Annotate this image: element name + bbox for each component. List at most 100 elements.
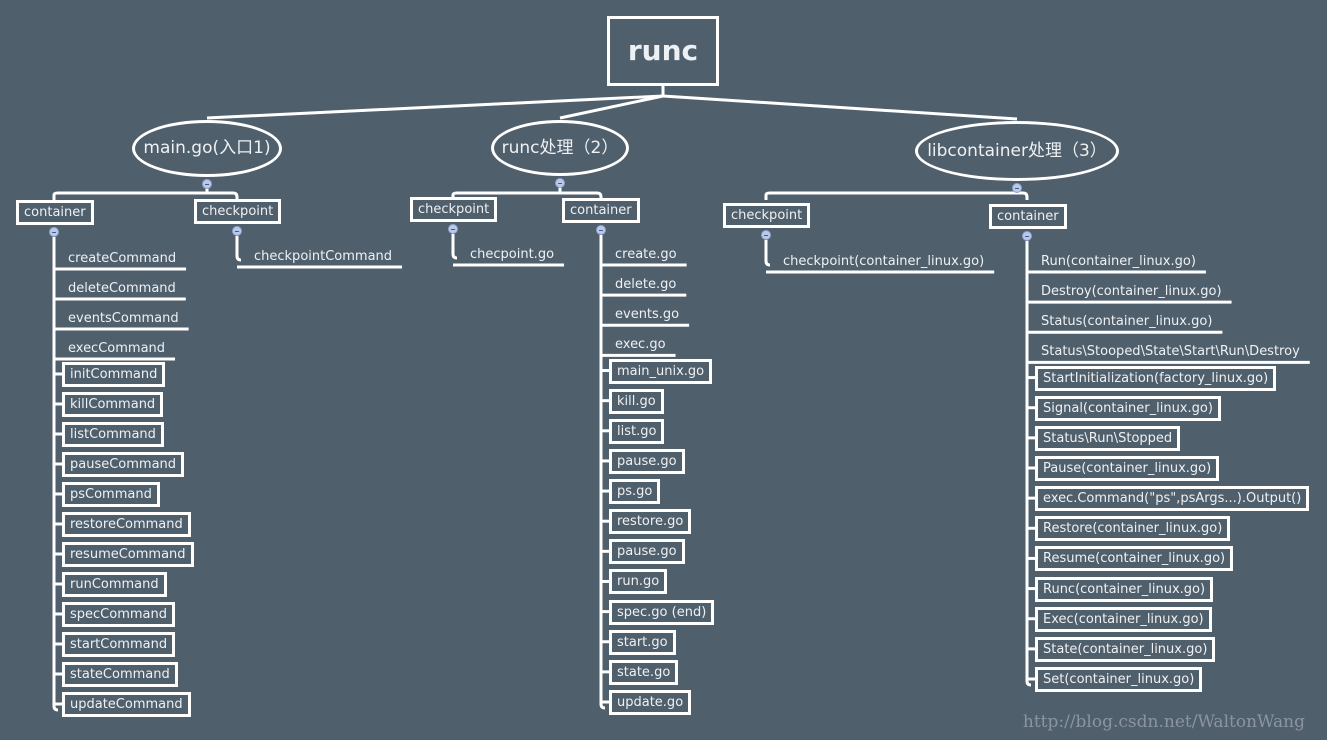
branch-main-go[interactable]: main.go(入口1) [132, 120, 282, 177]
tree-item[interactable]: Signal(container_linux.go) [1035, 395, 1221, 421]
tree-item[interactable]: list.go [609, 418, 665, 444]
tree-item[interactable]: events.go [613, 308, 681, 321]
tree-item[interactable]: exec.Command("ps",psArgs...).Output() [1035, 486, 1310, 512]
tree-item[interactable]: resumeCommand [62, 542, 194, 567]
collapse-toggle-icon[interactable] [202, 179, 212, 189]
tree-item[interactable]: checkpoint(container_linux.go) [781, 255, 986, 268]
tree-item[interactable]: stateCommand [62, 662, 178, 687]
group-container[interactable]: container [562, 198, 640, 223]
tree-item-label: delete.go [615, 277, 677, 293]
tree-item-label: Signal(container_linux.go) [1043, 400, 1213, 416]
tree-item[interactable]: kill.go [609, 388, 664, 414]
tree-item-label: startCommand [70, 637, 168, 652]
tree-item-label: exec.go [615, 337, 666, 353]
group-checkpoint[interactable]: checkpoint [410, 197, 498, 222]
tree-item[interactable]: pause.go [609, 448, 685, 474]
tree-item-label: deleteCommand [68, 281, 176, 296]
branch-libcontainer-processing[interactable]: libcontainer处理（3） [915, 121, 1119, 181]
group-container[interactable]: container [16, 200, 94, 225]
tree-item[interactable]: eventsCommand [66, 312, 181, 325]
collapse-toggle-icon[interactable] [448, 224, 458, 234]
tree-item[interactable]: Status\Stooped\State\Start\Run\Destroy [1039, 345, 1302, 358]
tree-item-label: create.go [615, 247, 677, 262]
tree-item[interactable]: createCommand [66, 252, 178, 265]
tree-item-label: State(container_linux.go) [1043, 641, 1208, 657]
tree-item-label: main_unix.go [617, 363, 705, 379]
collapse-toggle-icon[interactable] [49, 227, 59, 237]
tree-item[interactable]: Runc(container_linux.go) [1035, 576, 1214, 602]
group-checkpoint[interactable]: checkpoint [723, 203, 811, 228]
collapse-toggle-icon[interactable] [232, 226, 242, 236]
group-checkpoint[interactable]: checkpoint [194, 199, 282, 224]
collapse-toggle-icon[interactable] [1012, 183, 1022, 193]
root-to-branch-0 [206, 94, 664, 120]
collapse-toggle-icon[interactable] [555, 178, 565, 188]
tree-item[interactable]: startCommand [62, 632, 176, 657]
tree-item-label: specCommand [70, 607, 167, 622]
tree-item[interactable]: Status\Run\Stopped [1035, 425, 1181, 451]
tree-item[interactable]: Resume(container_linux.go) [1035, 546, 1234, 572]
collapse-toggle-icon[interactable] [761, 230, 771, 240]
tree-item-label: killCommand [70, 397, 156, 412]
tree-item-label: runCommand [70, 577, 159, 592]
tree-item[interactable]: delete.go [613, 278, 678, 291]
tree-item[interactable]: Restore(container_linux.go) [1035, 516, 1231, 542]
tree-item-label: Set(container_linux.go) [1043, 672, 1195, 687]
tree-item[interactable]: spec.go (end) [609, 599, 715, 625]
tree-item[interactable]: Run(container_linux.go) [1039, 255, 1198, 268]
tree-item-label: ps.go [617, 484, 653, 500]
tree-item[interactable]: ps.go [609, 479, 661, 505]
tree-item[interactable]: restoreCommand [62, 512, 191, 537]
tree-item-label: checkpointCommand [254, 249, 393, 264]
root-node[interactable]: runc [607, 16, 719, 86]
branch-runc-processing[interactable]: runc处理（2） [491, 120, 629, 176]
tree-item-label: list.go [617, 423, 657, 439]
tree-item-label: listCommand [70, 427, 156, 442]
tree-item[interactable]: deleteCommand [66, 282, 178, 295]
tree-item[interactable]: Status(container_linux.go) [1039, 315, 1214, 328]
tree-item-label: spec.go (end) [617, 604, 707, 620]
tree-item[interactable]: checpoint.go [468, 248, 556, 261]
tree-item[interactable]: State(container_linux.go) [1035, 636, 1216, 662]
tree-item[interactable]: execCommand [66, 342, 167, 355]
root-label: runc [627, 34, 699, 67]
tree-item-label: exec.Command("ps",psArgs...).Output() [1043, 491, 1302, 507]
tree-item[interactable]: run.go [609, 569, 668, 595]
tree-item[interactable]: initCommand [62, 362, 166, 387]
group-trunk [451, 234, 458, 260]
tree-item[interactable]: state.go [609, 659, 679, 685]
tree-item[interactable]: start.go [609, 629, 676, 655]
collapse-toggle-icon[interactable] [596, 225, 606, 235]
tree-item[interactable]: runCommand [62, 572, 167, 597]
tree-item[interactable]: updateCommand [62, 692, 191, 717]
tree-item[interactable]: specCommand [62, 602, 175, 627]
tree-item[interactable]: checkpointCommand [252, 250, 394, 263]
tree-item-label: restoreCommand [70, 517, 183, 532]
group-trunk [235, 236, 242, 262]
tree-item[interactable]: main_unix.go [609, 358, 713, 384]
tree-item[interactable]: killCommand [62, 392, 164, 417]
collapse-toggle-icon[interactable] [1022, 231, 1032, 241]
tree-item[interactable]: create.go [613, 248, 679, 261]
tree-item-label: resumeCommand [70, 547, 186, 562]
tree-item-label: restore.go [617, 514, 684, 530]
tree-item-label: Destroy(container_linux.go) [1041, 284, 1222, 300]
tree-item[interactable]: pause.go [609, 539, 685, 565]
root-to-branch-2 [662, 94, 1018, 121]
tree-item[interactable]: pauseCommand [62, 452, 185, 477]
tree-item[interactable]: Pause(container_linux.go) [1035, 456, 1220, 481]
group-container-label: container [570, 203, 632, 218]
tree-item[interactable]: Destroy(container_linux.go) [1039, 285, 1224, 298]
tree-item[interactable]: listCommand [62, 422, 164, 447]
tree-item[interactable]: update.go [609, 690, 692, 715]
tree-item[interactable]: exec.go [613, 338, 668, 351]
tree-item[interactable]: restore.go [609, 509, 692, 535]
tree-item[interactable]: Exec(container_linux.go) [1035, 606, 1212, 632]
tree-item[interactable]: Set(container_linux.go) [1035, 667, 1203, 692]
tree-item[interactable]: StartInitialization(factory_linux.go) [1035, 365, 1277, 391]
tree-item[interactable]: psCommand [62, 482, 160, 507]
group-container[interactable]: container [989, 204, 1067, 229]
tree-item-label: update.go [617, 695, 684, 710]
tree-item-label: Status\Run\Stopped [1043, 430, 1173, 446]
tree-item-label: events.go [615, 307, 680, 323]
